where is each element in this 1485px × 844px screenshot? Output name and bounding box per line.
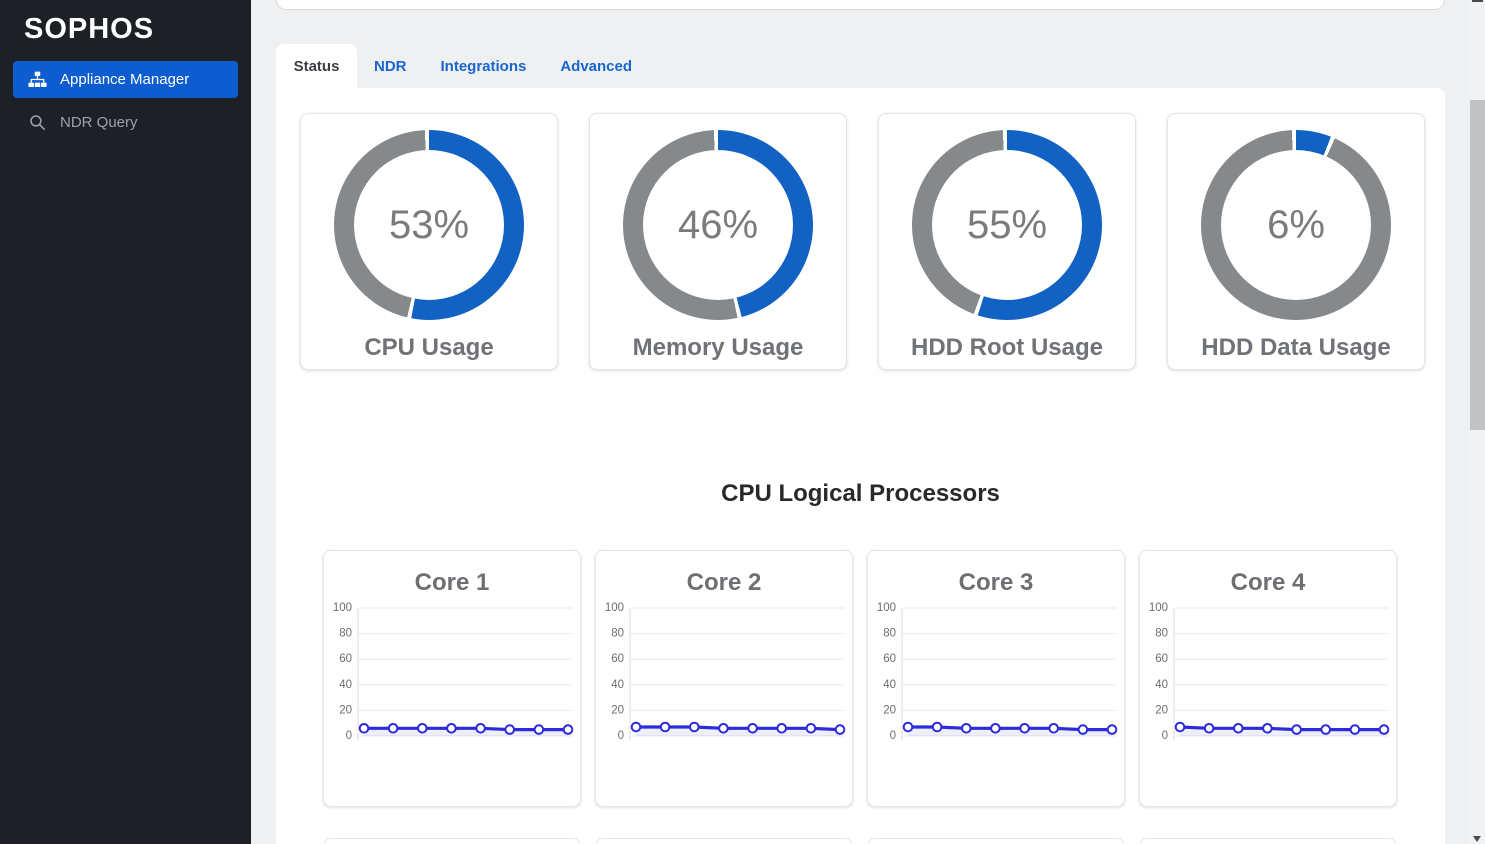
sophos-logo: SOPHOS: [24, 13, 251, 46]
chart-title: Core 1: [324, 568, 580, 598]
partial-card: [323, 838, 581, 844]
gauge-card-hdd-root-usage: 55% HDD Root Usage: [878, 113, 1136, 370]
line-chart: 0 20 40 60 80 100: [324, 601, 580, 761]
tab-advanced[interactable]: Advanced: [543, 44, 649, 88]
donut-gauge: 46%: [623, 130, 813, 320]
gauge-value: 55%: [967, 203, 1047, 248]
gauge-label: CPU Usage: [301, 334, 557, 362]
svg-text:100: 100: [1149, 602, 1168, 614]
gauge-card-cpu-usage: 53% CPU Usage: [300, 113, 558, 370]
tab-status[interactable]: Status: [276, 44, 357, 88]
svg-text:20: 20: [883, 704, 896, 716]
gauge-value: 46%: [678, 203, 758, 248]
gauges-row: 53% CPU Usage 46% Memory Usage 55% HDD Root U…: [300, 113, 1445, 370]
chart-title: Core 4: [1140, 568, 1396, 598]
gauge-value: 53%: [389, 203, 469, 248]
chart-title: Core 2: [596, 568, 852, 598]
scrolled-card-remnant: [276, 0, 1445, 10]
svg-text:80: 80: [339, 628, 352, 640]
svg-text:60: 60: [339, 653, 352, 665]
donut-gauge: 55%: [912, 130, 1102, 320]
gauge-label: Memory Usage: [590, 334, 846, 362]
svg-text:40: 40: [1155, 679, 1168, 691]
svg-text:80: 80: [883, 628, 896, 640]
partial-card: [1139, 838, 1397, 844]
svg-text:0: 0: [618, 730, 624, 742]
chart-title: Core 3: [868, 568, 1124, 598]
svg-text:100: 100: [605, 602, 624, 614]
svg-text:40: 40: [339, 679, 352, 691]
svg-text:60: 60: [1155, 653, 1168, 665]
sidebar-item-ndr-query[interactable]: NDR Query: [13, 104, 238, 141]
status-panel: 53% CPU Usage 46% Memory Usage 55% HDD Root U…: [276, 88, 1445, 844]
svg-text:20: 20: [611, 704, 624, 716]
donut-hole: 46%: [643, 150, 793, 300]
donut-hole: 6%: [1221, 150, 1371, 300]
sidebar-item-label: NDR Query: [60, 114, 138, 131]
section-title: CPU Logical Processors: [276, 480, 1445, 508]
scrollbar[interactable]: [1470, 0, 1485, 844]
gauge-card-hdd-data-usage: 6% HDD Data Usage: [1167, 113, 1425, 370]
tab-bar: StatusNDRIntegrationsAdvanced: [276, 44, 649, 88]
gauge-value: 6%: [1267, 203, 1325, 248]
chart-card-core-1: Core 1 0 20 40 60 80 100: [323, 550, 581, 807]
donut-hole: 53%: [354, 150, 504, 300]
scrollbar-thumb[interactable]: [1470, 100, 1485, 430]
chart-card-core-2: Core 2 0 20 40 60 80 100: [595, 550, 853, 807]
gauge-label: HDD Data Usage: [1168, 334, 1424, 362]
donut-hole: 55%: [932, 150, 1082, 300]
chart-card-core-4: Core 4 0 20 40 60 80 100: [1139, 550, 1397, 807]
donut-gauge: 6%: [1201, 130, 1391, 320]
scrollbar-up-arrow[interactable]: [1472, 0, 1483, 2]
scrollbar-down-arrow[interactable]: [1473, 836, 1481, 842]
gauge-label: HDD Root Usage: [879, 334, 1135, 362]
svg-text:40: 40: [611, 679, 624, 691]
sitemap-icon: [28, 70, 47, 89]
svg-text:40: 40: [883, 679, 896, 691]
sidebar: SOPHOS Appliance Manager NDR Query: [0, 0, 251, 844]
tab-ndr[interactable]: NDR: [357, 44, 424, 88]
charts-row: Core 1020406080100Core 2020406080100Core…: [323, 550, 1445, 807]
svg-text:80: 80: [1155, 628, 1168, 640]
partial-card: [867, 838, 1125, 844]
donut-gauge: 53%: [334, 130, 524, 320]
svg-text:20: 20: [1155, 704, 1168, 716]
tab-integrations[interactable]: Integrations: [424, 44, 544, 88]
line-chart: 0 20 40 60 80 100: [868, 601, 1124, 761]
line-chart: 0 20 40 60 80 100: [596, 601, 852, 761]
line-chart: 0 20 40 60 80 100: [1140, 601, 1396, 761]
chart-card-core-3: Core 3 0 20 40 60 80 100: [867, 550, 1125, 807]
svg-text:0: 0: [346, 730, 352, 742]
svg-text:0: 0: [1162, 730, 1168, 742]
next-row-cards: [323, 838, 1445, 844]
sidebar-nav: Appliance Manager NDR Query: [0, 61, 251, 141]
svg-text:100: 100: [877, 602, 896, 614]
partial-card: [595, 838, 853, 844]
sidebar-item-appliance-manager[interactable]: Appliance Manager: [13, 61, 238, 98]
sidebar-item-label: Appliance Manager: [60, 71, 189, 88]
svg-text:100: 100: [333, 602, 352, 614]
svg-text:0: 0: [890, 730, 896, 742]
svg-text:60: 60: [611, 653, 624, 665]
gauge-card-memory-usage: 46% Memory Usage: [589, 113, 847, 370]
svg-text:60: 60: [883, 653, 896, 665]
svg-text:80: 80: [611, 628, 624, 640]
search-icon: [28, 113, 47, 132]
svg-text:20: 20: [339, 704, 352, 716]
